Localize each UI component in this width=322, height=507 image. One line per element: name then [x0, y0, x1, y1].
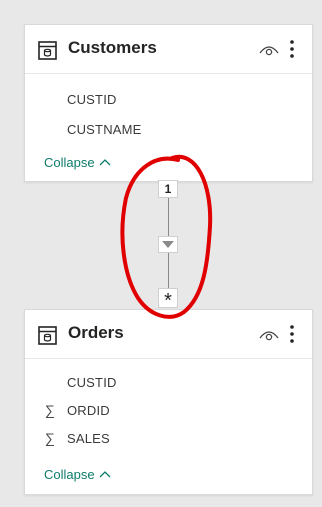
field-name: SALES — [67, 431, 110, 446]
triangle-down-icon — [162, 241, 174, 248]
orders-card-header: Orders — [25, 310, 312, 359]
sigma-icon: ∑ — [44, 430, 56, 446]
model-view-canvas: Customers CUSTID CUSTNAME Collapse Order… — [0, 0, 322, 507]
table-icon — [38, 41, 57, 60]
chevron-up-icon — [99, 471, 111, 478]
more-options-icon[interactable] — [288, 324, 296, 344]
more-options-icon[interactable] — [288, 39, 296, 59]
field-name: CUSTID — [67, 92, 117, 107]
sigma-icon: ∑ — [44, 402, 56, 418]
cardinality-one-label: 1 — [158, 180, 178, 198]
customers-card-header: Customers — [25, 25, 312, 74]
orders-table-card[interactable]: Orders CUSTID ∑ ORDID ∑ SALES Collapse — [24, 309, 313, 495]
collapse-label: Collapse — [44, 467, 95, 482]
orders-title: Orders — [68, 323, 124, 342]
customers-table-card[interactable]: Customers CUSTID CUSTNAME Collapse — [24, 24, 313, 182]
collapse-label: Collapse — [44, 155, 95, 170]
field-name: CUSTID — [67, 375, 117, 390]
eye-icon[interactable] — [259, 43, 279, 57]
eye-icon[interactable] — [259, 328, 279, 342]
customers-collapse-link[interactable]: Collapse — [44, 155, 111, 170]
field-name: CUSTNAME — [67, 122, 142, 137]
orders-collapse-link[interactable]: Collapse — [44, 467, 111, 482]
chevron-up-icon — [99, 159, 111, 166]
cardinality-many-label: * — [158, 288, 178, 312]
field-name: ORDID — [67, 403, 110, 418]
customers-title: Customers — [68, 38, 157, 57]
filter-direction-icon — [158, 236, 178, 253]
table-icon — [38, 326, 57, 345]
